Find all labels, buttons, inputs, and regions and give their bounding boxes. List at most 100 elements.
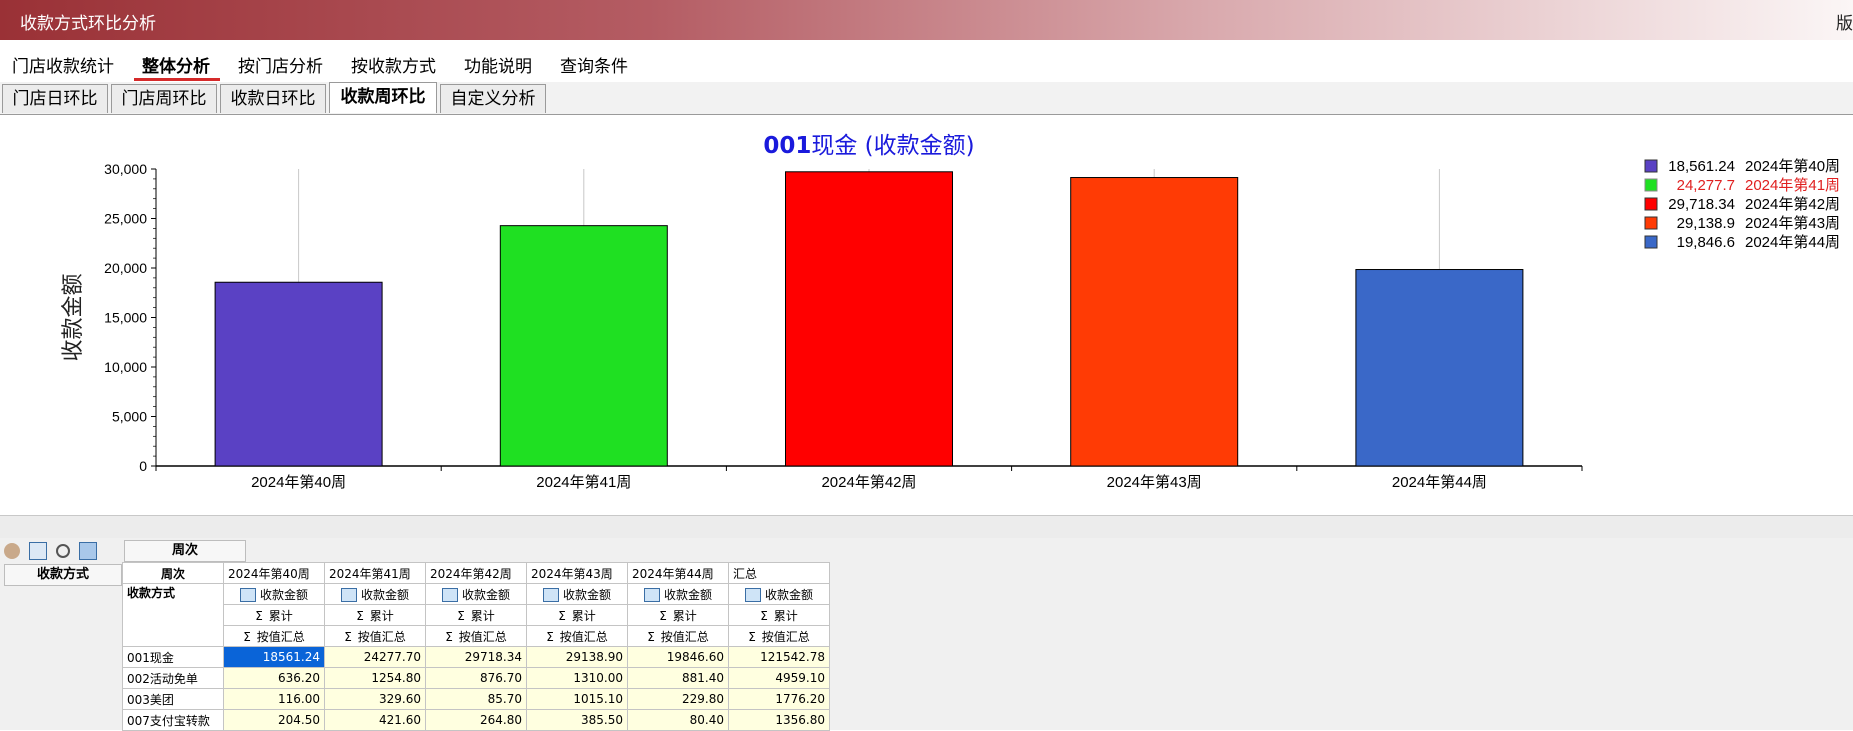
pivot-toolbar: »: [4, 540, 118, 575]
chart-title: 001现金 (收款金额): [763, 133, 974, 159]
legend-value: 29,138.9: [1677, 215, 1735, 232]
menu-item-help[interactable]: 功能说明: [464, 52, 532, 77]
bar-chart: 001现金 (收款金额) 收款金额 0 5,000 10,000 15,000 20,000…: [0, 115, 1853, 515]
pivot-row-header[interactable]: 周次: [122, 562, 224, 584]
tab-store-weekly[interactable]: 门店周环比: [111, 84, 217, 113]
data-cell[interactable]: 18561.24: [223, 646, 325, 668]
col-header[interactable]: 2024年第40周: [223, 562, 325, 584]
agg-label: 累计: [571, 608, 596, 623]
chart-title-rest: 现金 (收款金额): [811, 133, 974, 159]
y-tick-label: 30,000: [104, 161, 147, 177]
agg-label: 累计: [470, 608, 495, 623]
chart-canvas: 001现金 (收款金额) 收款金额 0 5,000 10,000 15,000 20,000…: [61, 133, 1840, 491]
export-icon[interactable]: [79, 541, 98, 560]
search-icon[interactable]: [56, 543, 71, 558]
panel-splitter[interactable]: [0, 515, 1853, 539]
sigma-icon: Σ: [356, 608, 364, 623]
agg-by-value: Σ 按值汇总: [526, 625, 628, 647]
analysis-tabs: 门店日环比 门店周环比 收款日环比 收款周环比 自定义分析: [0, 82, 1853, 115]
menu-item-by-payment[interactable]: 按收款方式: [351, 52, 436, 77]
data-cell[interactable]: 1015.10: [526, 688, 628, 710]
col-header[interactable]: 2024年第43周: [526, 562, 628, 584]
pivot-row-subheader[interactable]: 收款方式: [122, 583, 224, 647]
data-cell[interactable]: 229.80: [627, 688, 729, 710]
row-label[interactable]: 003美团: [122, 688, 224, 710]
col-header[interactable]: 2024年第41周: [324, 562, 426, 584]
legend-swatch: [1644, 159, 1658, 173]
row-field-button[interactable]: 收款方式: [4, 564, 122, 586]
row-label[interactable]: 002活动免单: [122, 667, 224, 689]
agg-by-value: Σ 按值汇总: [728, 625, 830, 647]
table-row[interactable]: 001现金 18561.24 24277.70 29718.34 29138.9…: [122, 646, 830, 668]
bar: [499, 225, 668, 467]
column-field-button[interactable]: 周次: [124, 540, 246, 562]
menu-item-query[interactable]: 查询条件: [560, 52, 628, 77]
data-cell[interactable]: 264.80: [425, 709, 527, 731]
data-cell[interactable]: 85.70: [425, 688, 527, 710]
measure-icon: [239, 588, 256, 602]
data-cell[interactable]: 1776.20: [728, 688, 830, 710]
sigma-icon: Σ: [748, 629, 756, 644]
data-cell[interactable]: 876.70: [425, 667, 527, 689]
table-row[interactable]: 002活动免单 636.20 1254.80 876.70 1310.00 88…: [122, 667, 830, 689]
bar: [785, 171, 953, 467]
y-tick-label: 20,000: [104, 260, 147, 276]
measure-label: 收款金额: [663, 587, 712, 602]
data-cell[interactable]: 204.50: [223, 709, 325, 731]
menu-item-overall-analysis[interactable]: 整体分析: [142, 52, 210, 77]
data-cell[interactable]: 121542.78: [728, 646, 830, 668]
measure-icon: [744, 588, 761, 602]
col-header-total[interactable]: 汇总: [728, 562, 830, 584]
col-header[interactable]: 2024年第42周: [425, 562, 527, 584]
y-tick-label: 15,000: [104, 310, 147, 326]
data-cell[interactable]: 329.60: [324, 688, 426, 710]
legend-label: 2024年第43周: [1745, 214, 1840, 232]
grid-icon[interactable]: [29, 541, 48, 560]
data-cell[interactable]: 881.40: [627, 667, 729, 689]
data-cell[interactable]: 29138.90: [526, 646, 628, 668]
data-cell[interactable]: 80.40: [627, 709, 729, 731]
data-cell[interactable]: 421.60: [324, 709, 426, 731]
row-label[interactable]: 007支付宝转款: [122, 709, 224, 731]
y-tick-label: 10,000: [104, 359, 147, 375]
legend-swatch: [1644, 197, 1658, 211]
data-cell[interactable]: 1356.80: [728, 709, 830, 731]
data-cell[interactable]: 24277.70: [324, 646, 426, 668]
user-icon[interactable]: [4, 542, 20, 559]
table-row[interactable]: 003美团 116.00 329.60 85.70 1015.10 229.80…: [122, 688, 830, 710]
tab-payment-daily[interactable]: 收款日环比: [220, 84, 326, 113]
measure-label: 收款金额: [764, 587, 813, 602]
tab-custom[interactable]: 自定义分析: [440, 84, 546, 113]
row-label[interactable]: 001现金: [122, 646, 224, 668]
data-cell[interactable]: 1310.00: [526, 667, 628, 689]
agg-label: 按值汇总: [458, 629, 507, 644]
menu-item-by-store[interactable]: 按门店分析: [238, 52, 323, 77]
bar: [214, 281, 383, 467]
agg-by-value: Σ 按值汇总: [627, 625, 729, 647]
window-title-bar: 收款方式环比分析 版: [0, 0, 1853, 40]
agg-label: 累计: [672, 608, 697, 623]
agg-cumulative: Σ 累计: [324, 604, 426, 626]
data-cell[interactable]: 1254.80: [324, 667, 426, 689]
sigma-icon: Σ: [659, 608, 667, 623]
title-right-text: 版: [1836, 14, 1853, 34]
data-cell[interactable]: 385.50: [526, 709, 628, 731]
menu-item-store-stats[interactable]: 门店收款统计: [12, 52, 114, 77]
agg-label: 按值汇总: [660, 629, 709, 644]
measure-icon: [441, 588, 458, 602]
col-header[interactable]: 2024年第44周: [627, 562, 729, 584]
measure-label: 收款金额: [461, 587, 510, 602]
legend-value: 29,718.34: [1668, 196, 1735, 213]
y-tick-label: 5,000: [112, 409, 147, 425]
tab-store-daily[interactable]: 门店日环比: [2, 84, 108, 113]
agg-cumulative: Σ 累计: [526, 604, 628, 626]
data-cell[interactable]: 19846.60: [627, 646, 729, 668]
data-cell[interactable]: 636.20: [223, 667, 325, 689]
data-cell[interactable]: 29718.34: [425, 646, 527, 668]
agg-by-value: Σ 按值汇总: [324, 625, 426, 647]
data-cell[interactable]: 116.00: [223, 688, 325, 710]
tab-payment-weekly[interactable]: 收款周环比: [329, 82, 437, 113]
legend-value: 18,561.24: [1668, 158, 1735, 175]
table-row[interactable]: 007支付宝转款 204.50 421.60 264.80 385.50 80.…: [122, 709, 830, 731]
data-cell[interactable]: 4959.10: [728, 667, 830, 689]
